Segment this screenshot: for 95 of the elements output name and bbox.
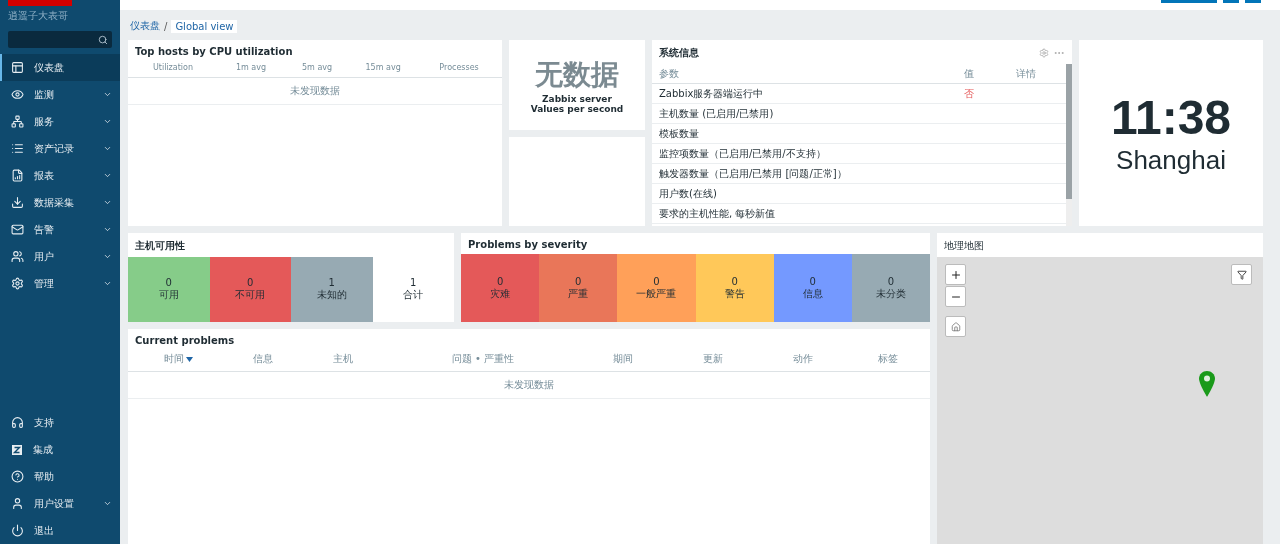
search-field[interactable] xyxy=(8,31,112,48)
empty-message: 未发现数据 xyxy=(128,78,502,105)
breadcrumb-link[interactable]: 仪表盘 xyxy=(130,19,160,33)
sidebar-item[interactable]: 服务 xyxy=(0,108,120,135)
menu-icon xyxy=(11,470,24,483)
column-header[interactable]: 动作 xyxy=(758,352,848,366)
status-tile[interactable]: 1 未知的 xyxy=(291,257,373,322)
menu-icon xyxy=(11,277,24,290)
home-icon xyxy=(950,321,961,332)
widget-title: 主机可用性 xyxy=(135,239,186,253)
table-cell-text: Zabbix服务器端运行中 xyxy=(659,86,765,101)
menu-icon xyxy=(11,115,24,128)
column-header[interactable]: 问题 • 严重性 xyxy=(388,352,578,366)
column-header: 15m avg xyxy=(364,63,402,72)
severity-tile[interactable]: 0 灾难 xyxy=(461,254,540,322)
sidebar-item[interactable]: 报表 xyxy=(0,162,120,189)
column-header: 参数 xyxy=(659,66,680,81)
widget-title: 地理地图 xyxy=(944,239,985,253)
severity-tile[interactable]: 0 严重 xyxy=(539,254,618,322)
menu-icon xyxy=(11,524,24,537)
widget-title: Problems by severity xyxy=(468,239,589,250)
column-header[interactable]: 时间 xyxy=(128,352,228,366)
severity-tile[interactable]: 0 未分类 xyxy=(851,254,930,322)
sidebar-item[interactable]: 数据采集 xyxy=(0,189,120,216)
menu-icon xyxy=(11,142,24,155)
menu-icon xyxy=(11,416,24,429)
menu-icon xyxy=(11,169,24,182)
menu-icon xyxy=(11,61,24,74)
sidebar-item[interactable]: 管理 xyxy=(0,270,120,297)
zoom-out-button[interactable] xyxy=(945,286,966,307)
menu-icon xyxy=(11,88,24,101)
table-cell-text: 监控项数量（已启用/已禁用/不支持） xyxy=(659,146,827,161)
header-button[interactable] xyxy=(1245,0,1261,3)
sidebar-item[interactable]: 帮助 xyxy=(0,463,120,490)
menu-icon xyxy=(11,497,24,510)
table-cell-text: 要求的主机性能, 每秒新值 xyxy=(659,206,777,221)
column-header: 详情 xyxy=(1016,66,1037,81)
column-header: 5m avg xyxy=(301,63,334,72)
column-header: 1m avg xyxy=(234,63,268,72)
column-header[interactable]: 更新 xyxy=(668,352,758,366)
sidebar-item[interactable]: 告警 xyxy=(0,216,120,243)
status-tile[interactable]: 0 不可用 xyxy=(209,257,291,322)
subtitle: 逍遥子大表哥 xyxy=(8,9,69,23)
clock-time: 11:38 xyxy=(1110,90,1232,145)
column-header[interactable]: 主机 xyxy=(298,352,388,366)
header-button[interactable] xyxy=(1223,0,1239,3)
menu-icon xyxy=(11,443,23,456)
logo-icon xyxy=(8,0,72,6)
breadcrumb-current[interactable]: Global view xyxy=(171,19,238,33)
sidebar-item[interactable]: 用户设置 xyxy=(0,490,120,517)
table-cell-text: 用户数(在线) xyxy=(659,186,718,201)
sort-arrow-icon xyxy=(185,356,193,362)
table-cell-text: 主机数量 (已启用/已禁用) xyxy=(659,106,775,121)
widget-title: Current problems xyxy=(135,335,236,346)
status-tile[interactable]: 0 可用 xyxy=(128,257,210,322)
widget-title: 系统信息 xyxy=(659,46,700,60)
sidebar-item[interactable]: 监测 xyxy=(0,81,120,108)
column-header: Utilization xyxy=(151,63,195,72)
big-value: 无数据 xyxy=(535,57,619,93)
settings-icon[interactable] xyxy=(1039,48,1049,58)
item-name: Values per second xyxy=(530,104,624,114)
column-header[interactable]: 标签 xyxy=(848,352,928,366)
clock-city: Shanghai xyxy=(1116,145,1226,176)
menu-icon xyxy=(11,196,24,209)
severity-tile[interactable]: 0 警告 xyxy=(695,254,774,322)
map-pin-icon[interactable] xyxy=(1199,371,1215,397)
sidebar-item[interactable]: 仪表盘 xyxy=(0,54,120,81)
column-header: Processes xyxy=(438,63,480,72)
sidebar-item[interactable]: 用户 xyxy=(0,243,120,270)
severity-tile[interactable]: 0 一般严重 xyxy=(617,254,696,322)
sidebar-item[interactable]: 支持 xyxy=(0,409,120,436)
column-header[interactable]: 信息 xyxy=(228,352,298,366)
table-cell-text: 模板数量 xyxy=(659,126,700,141)
filter-button[interactable] xyxy=(1231,264,1252,285)
menu-icon xyxy=(11,223,24,236)
sidebar-item[interactable]: 资产记录 xyxy=(0,135,120,162)
table-cell-text: 触发器数量（已启用/已禁用 [问题/正常]） xyxy=(659,166,848,181)
column-header: 值 xyxy=(964,66,975,81)
scrollbar[interactable] xyxy=(1066,64,1072,226)
empty-message: 未发现数据 xyxy=(128,372,930,399)
sidebar-item[interactable]: 集成 xyxy=(0,436,120,463)
header-button[interactable] xyxy=(1161,0,1217,3)
column-header[interactable]: 期间 xyxy=(578,352,668,366)
sidebar-item[interactable]: 退出 xyxy=(0,517,120,544)
menu-icon xyxy=(11,250,24,263)
widget-title: Top hosts by CPU utilization xyxy=(135,46,294,57)
severity-tile[interactable]: 0 信息 xyxy=(773,254,852,322)
filter-icon xyxy=(1236,269,1247,280)
zoom-in-button[interactable] xyxy=(945,264,966,285)
breadcrumb-separator: / xyxy=(164,20,168,32)
item-host: Zabbix server xyxy=(542,94,612,104)
home-button[interactable] xyxy=(945,316,966,337)
plus-icon xyxy=(949,268,962,281)
search-icon xyxy=(98,34,108,45)
table-cell-text: 否 xyxy=(964,86,975,101)
